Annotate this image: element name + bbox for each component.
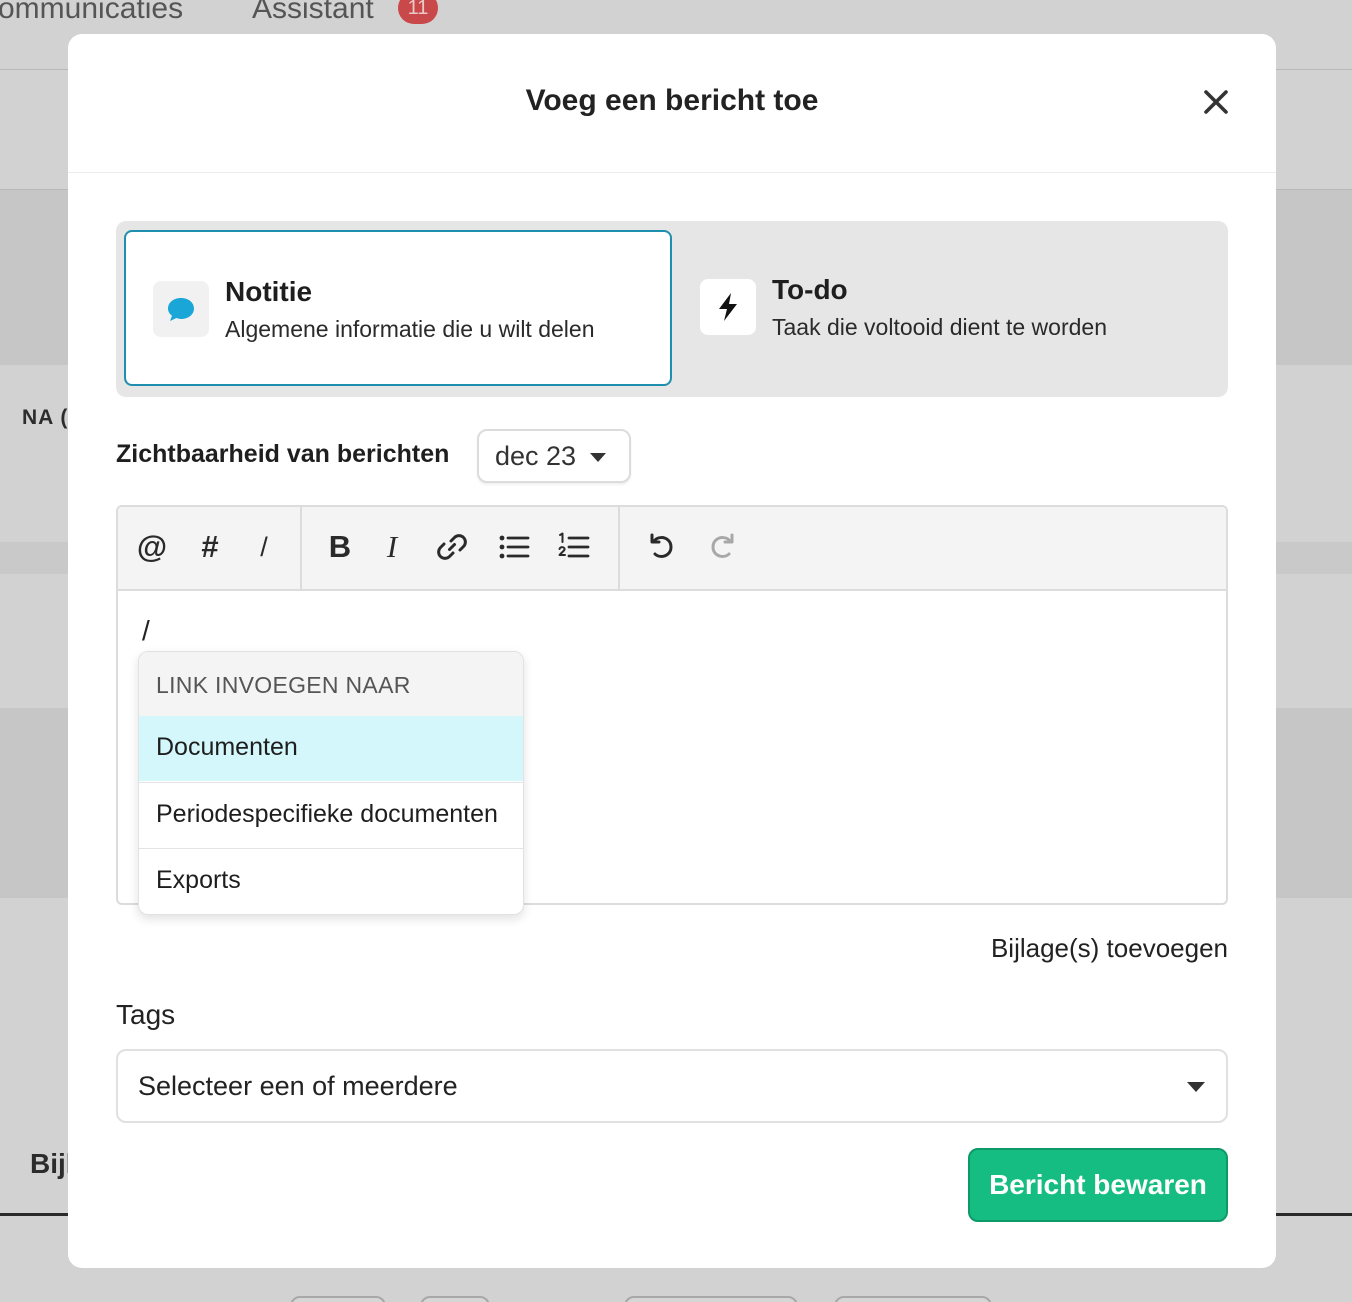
type-option-todo[interactable]: To-do Taak die voltooid dient te worden — [680, 230, 1220, 386]
save-message-button[interactable]: Bericht bewaren — [968, 1148, 1228, 1222]
bg-pill — [624, 1296, 798, 1302]
bg-column-header: NA ( — [22, 406, 69, 429]
link-insert-dropdown: LINK INVOEGEN NAAR Documenten Periodespe… — [138, 651, 524, 915]
italic-button[interactable]: I — [372, 527, 412, 567]
editor-toolbar: @ # / B I — [118, 507, 1226, 591]
type-description: Algemene informatie die u wilt delen — [225, 316, 595, 342]
type-icon-box — [153, 281, 209, 337]
speech-bubble-icon — [168, 298, 194, 321]
bullet-list-icon — [499, 535, 530, 559]
dropdown-header-label: LINK INVOEGEN NAAR — [156, 672, 411, 698]
dropdown-item-periodespecifieke-documenten[interactable]: Periodespecifieke documenten — [139, 782, 523, 848]
add-attachments-link[interactable]: Bijlage(s) toevoegen — [991, 933, 1228, 964]
type-description: Taak die voltooid dient te worden — [772, 314, 1107, 340]
visibility-value: dec 23 — [495, 441, 577, 471]
dropdown-item-label: Documenten — [156, 733, 298, 761]
bold-icon: B — [328, 529, 352, 564]
at-sign-icon: @ — [136, 529, 168, 564]
dropdown-item-label: Periodespecifieke documenten — [156, 800, 498, 828]
italic-icon: I — [386, 529, 398, 564]
dropdown-header: LINK INVOEGEN NAAR — [139, 652, 523, 716]
toolbar-separator — [300, 507, 302, 589]
editor-text-area[interactable]: / — [142, 615, 150, 647]
slash-icon: / — [260, 532, 268, 562]
tags-label: Tags — [116, 999, 176, 1030]
type-icon-box — [700, 279, 756, 335]
close-button[interactable] — [1200, 86, 1232, 118]
toolbar-separator — [618, 507, 620, 589]
bg-dark-rule — [0, 1213, 70, 1216]
bg-assistant-badge: 11 — [398, 0, 438, 24]
bullet-list-button[interactable] — [494, 527, 534, 567]
tags-placeholder: Selecteer een of meerdere — [138, 1071, 458, 1101]
undo-button[interactable] — [642, 527, 682, 567]
bg-tab-communicaties: ommunicaties — [0, 0, 184, 25]
tags-select[interactable]: Selecteer een of meerdere — [116, 1049, 1228, 1123]
dropdown-item-exports[interactable]: Exports — [139, 848, 523, 914]
numbered-list-button[interactable] — [554, 527, 594, 567]
bg-tab-assistant: Assistant — [252, 0, 374, 25]
dropdown-item-documenten[interactable]: Documenten — [139, 716, 523, 781]
hash-icon: # — [201, 529, 219, 564]
visibility-period-select[interactable]: dec 23 — [477, 429, 631, 483]
hashtag-button[interactable]: # — [190, 527, 230, 567]
caret-down-icon — [1187, 1082, 1205, 1092]
type-label: To-do — [772, 274, 848, 305]
modal-title: Voeg een bericht toe — [525, 84, 819, 117]
bg-pill — [834, 1296, 992, 1302]
message-type-selector: Notitie Algemene informatie die u wilt d… — [116, 221, 1228, 397]
bold-button[interactable]: B — [320, 527, 360, 567]
modal-header: Voeg een bericht toe — [68, 34, 1276, 173]
bg-dark-rule — [1274, 1213, 1352, 1216]
caret-down-icon — [590, 453, 606, 462]
numbered-list-icon — [558, 532, 590, 558]
visibility-label: Zichtbaarheid van berichten — [116, 440, 450, 468]
redo-button[interactable] — [702, 527, 742, 567]
dropdown-item-label: Exports — [156, 866, 241, 894]
slash-command-button[interactable]: / — [244, 527, 284, 567]
link-icon — [437, 534, 467, 560]
bg-pill — [290, 1296, 386, 1302]
type-label: Notitie — [225, 276, 313, 307]
redo-icon — [711, 533, 734, 558]
lightning-icon — [719, 293, 737, 321]
bg-pill — [420, 1296, 490, 1302]
close-icon — [1204, 90, 1228, 114]
type-option-notitie[interactable]: Notitie Algemene informatie die u wilt d… — [124, 230, 672, 386]
link-button[interactable] — [432, 527, 472, 567]
mention-button[interactable]: @ — [132, 527, 172, 567]
undo-icon — [650, 533, 673, 558]
